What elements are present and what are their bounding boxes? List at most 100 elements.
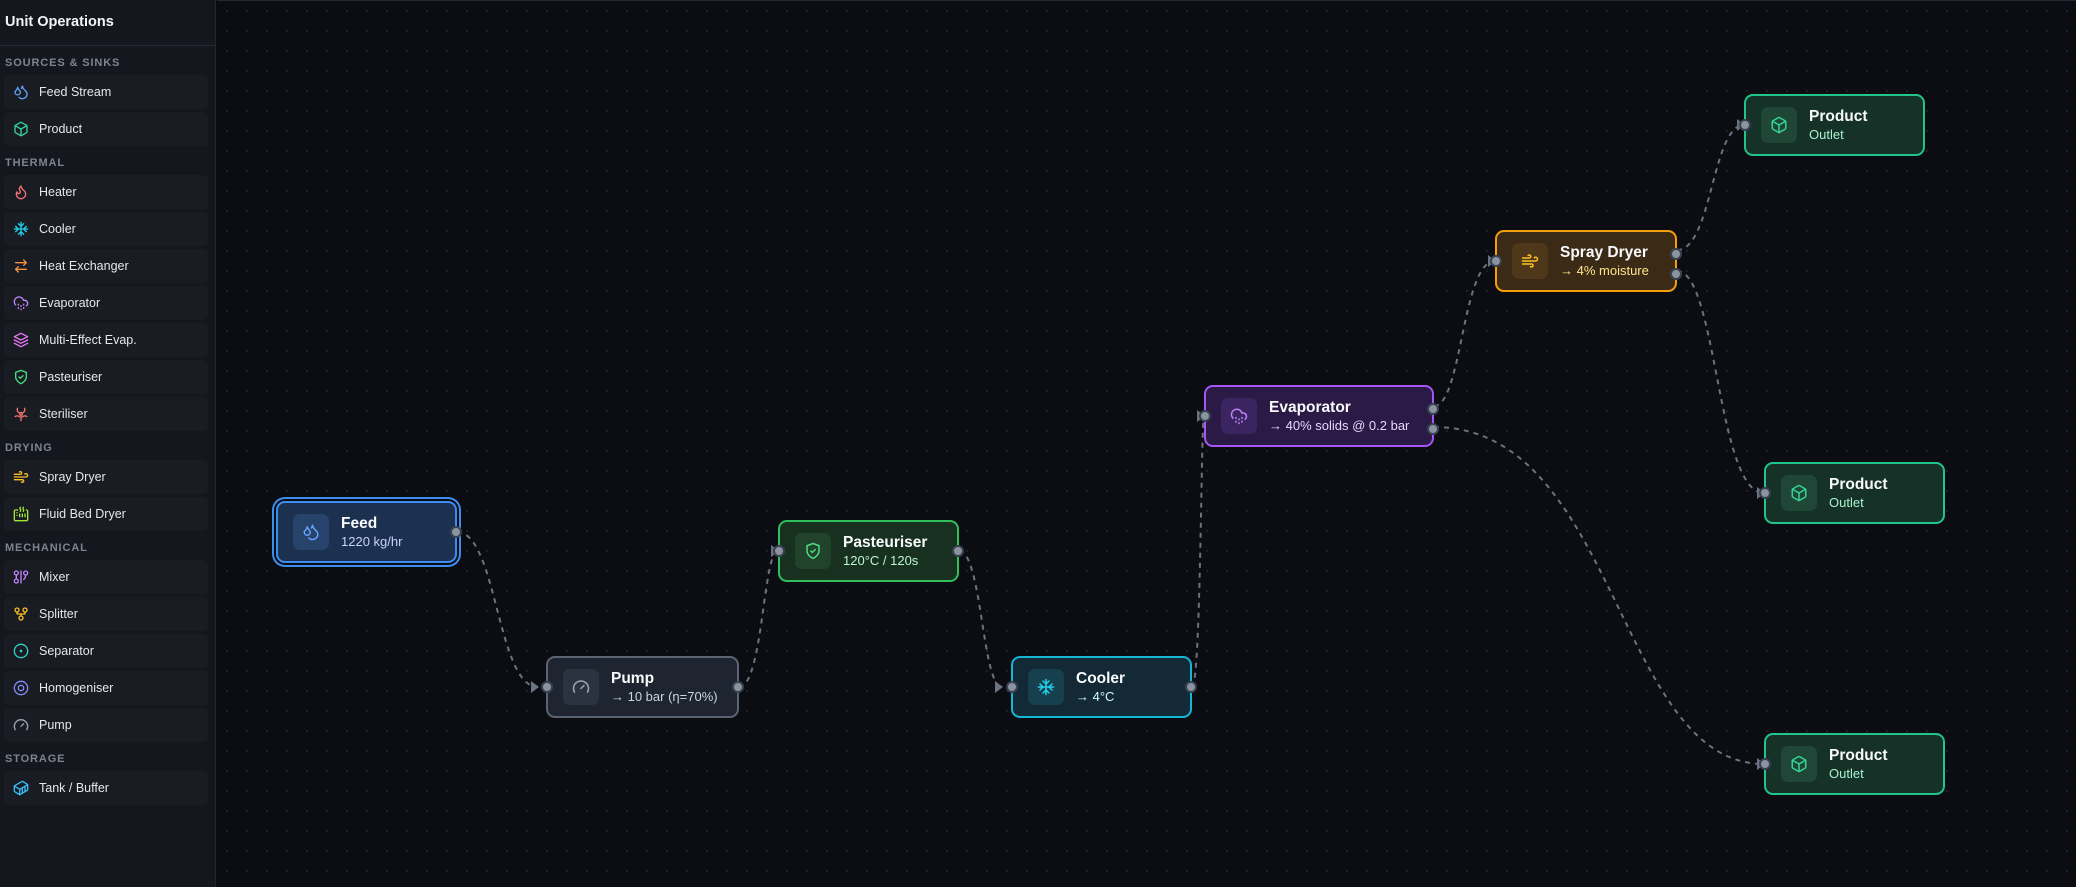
palette-item-pump[interactable]: Pump: [4, 708, 208, 742]
edge-spraydryer-product1[interactable]: [1676, 124, 1745, 251]
edge-cooler-evaporator[interactable]: [1191, 415, 1205, 688]
palette-list: SOURCES & SINKS Feed Stream Product THERMAL…: [0, 54, 215, 805]
output-handle[interactable]: [1185, 681, 1197, 693]
section-label: SOURCES & SINKS: [5, 57, 121, 69]
palette-item-homogeniser[interactable]: Homogeniser: [4, 671, 208, 705]
palette-item-product[interactable]: Product: [4, 112, 208, 146]
palette-item-steriliser[interactable]: Steriliser: [4, 397, 208, 431]
input-handle[interactable]: [1490, 255, 1502, 267]
palette-item-label: Cooler: [39, 222, 76, 236]
node-feed[interactable]: Feed 1220 kg/hr: [276, 501, 462, 563]
input-handle[interactable]: [541, 681, 553, 693]
node-spray-dryer[interactable]: Spray Dryer → 4% moisture: [1490, 230, 1682, 292]
container-icon: [13, 780, 29, 796]
box-icon: [1781, 475, 1817, 511]
biohazard-icon: [13, 406, 29, 422]
palette-item-tank-buffer[interactable]: Tank / Buffer: [4, 771, 208, 805]
palette-item-spray-dryer[interactable]: Spray Dryer: [4, 460, 208, 494]
palette-item-cooler[interactable]: Cooler: [4, 212, 208, 246]
input-handle[interactable]: [1759, 487, 1771, 499]
node-subtitle: 1220 kg/hr: [341, 534, 403, 549]
node-title: Product: [1829, 476, 1888, 493]
shield-check-icon: [795, 533, 831, 569]
flame-icon: [13, 184, 29, 200]
node-subtitle: 120°C / 120s: [843, 553, 919, 568]
app: Unit Operations SOURCES & SINKS Feed Stre…: [0, 0, 2076, 887]
node-pump[interactable]: Pump → 10 bar (η=70%): [541, 656, 744, 718]
palette-item-label: Heater: [39, 185, 77, 199]
input-handle[interactable]: [1006, 681, 1018, 693]
node-subtitle: Outlet: [1829, 766, 1864, 781]
node-title: Cooler: [1076, 670, 1126, 687]
palette-item-label: Evaporator: [39, 296, 101, 310]
palette-item-feed-stream[interactable]: Feed Stream: [4, 75, 208, 109]
palette-item-label: Mixer: [39, 570, 70, 584]
section-label: DRYING: [5, 442, 53, 454]
output-handle-exhaust[interactable]: [1670, 268, 1682, 280]
palette-item-heat-exchanger[interactable]: Heat Exchanger: [4, 249, 208, 283]
node-product-1[interactable]: Product Outlet: [1739, 94, 1925, 156]
output-handle[interactable]: [732, 681, 744, 693]
input-handle[interactable]: [1739, 119, 1751, 131]
wind-icon: [1512, 243, 1548, 279]
node-title: Pump: [611, 670, 655, 687]
palette-item-label: Tank / Buffer: [39, 781, 109, 795]
palette-item-pasteuriser[interactable]: Pasteuriser: [4, 360, 208, 394]
edge-pump-pasteuriser[interactable]: [738, 550, 779, 688]
node-subtitle: → 4°C: [1076, 689, 1115, 704]
flow-canvas[interactable]: Feed 1220 kg/hr Pump → 10 bar (η=70%) Past…: [217, 0, 2076, 887]
palette-item-mixer[interactable]: Mixer: [4, 560, 208, 594]
node-subtitle: → 10 bar (η=70%): [611, 689, 718, 704]
output-handle[interactable]: [450, 526, 462, 538]
palette-item-label: Homogeniser: [39, 681, 114, 695]
circle-dot-icon: [13, 643, 29, 659]
palette-item-multi-effect-evap[interactable]: Multi-Effect Evap.: [4, 323, 208, 357]
snowflake-icon: [1028, 669, 1064, 705]
gauge-icon: [563, 669, 599, 705]
palette-item-label: Pasteuriser: [39, 370, 103, 384]
node-evaporator[interactable]: Evaporator → 40% solids @ 0.2 bar: [1199, 385, 1439, 447]
box-icon: [1781, 746, 1817, 782]
edge-feed-pump[interactable]: [456, 531, 539, 688]
palette-item-label: Heat Exchanger: [39, 259, 129, 273]
node-product-2[interactable]: Product Outlet: [1759, 462, 1945, 524]
arrow-head: [995, 681, 1003, 693]
palette-item-separator[interactable]: Separator: [4, 634, 208, 668]
node-product-3[interactable]: Product Outlet: [1759, 733, 1945, 795]
git-fork-icon: [13, 606, 29, 622]
arrow-head: [531, 681, 539, 693]
node-subtitle: Outlet: [1829, 495, 1864, 510]
edge-evaporator-product3[interactable]: [1433, 426, 1765, 765]
input-handle[interactable]: [1759, 758, 1771, 770]
output-handle-concentrate[interactable]: [1427, 423, 1439, 435]
merge-icon: [13, 569, 29, 585]
output-handle-vapour[interactable]: [1427, 403, 1439, 415]
node-title: Evaporator: [1269, 399, 1351, 416]
palette-item-heater[interactable]: Heater: [4, 175, 208, 209]
node-title: Pasteuriser: [843, 534, 928, 551]
edge-spraydryer-product2[interactable]: [1676, 270, 1765, 494]
palette-item-evaporator[interactable]: Evaporator: [4, 286, 208, 320]
sidebar-title: Unit Operations: [0, 0, 215, 46]
output-handle-product[interactable]: [1670, 248, 1682, 260]
cloud-drizzle-icon: [13, 295, 29, 311]
output-handle[interactable]: [952, 545, 964, 557]
gauge-icon: [13, 717, 29, 733]
heater-icon: [13, 506, 29, 522]
input-handle[interactable]: [1199, 410, 1211, 422]
palette-item-splitter[interactable]: Splitter: [4, 597, 208, 631]
node-title: Spray Dryer: [1560, 244, 1648, 261]
node-cooler[interactable]: Cooler → 4°C: [1006, 656, 1197, 718]
palette-item-label: Product: [39, 122, 83, 136]
edge-evaporator-spraydryer[interactable]: [1433, 260, 1496, 407]
node-pasteuriser[interactable]: Pasteuriser 120°C / 120s: [773, 520, 964, 582]
snowflake-icon: [13, 221, 29, 237]
node-subtitle: Outlet: [1809, 127, 1844, 142]
palette-item-fluid-bed-dryer[interactable]: Fluid Bed Dryer: [4, 497, 208, 531]
palette-item-label: Separator: [39, 644, 94, 658]
palette-item-label: Pump: [39, 718, 72, 732]
input-handle[interactable]: [773, 545, 785, 557]
cloud-drizzle-icon: [1221, 398, 1257, 434]
palette-item-label: Splitter: [39, 607, 78, 621]
edge-pasteuriser-cooler[interactable]: [958, 550, 1003, 688]
